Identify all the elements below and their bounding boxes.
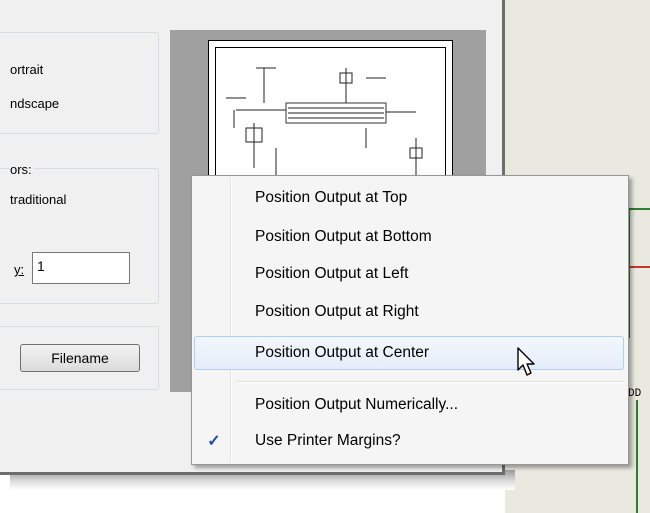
- schematic-label: DD: [628, 388, 642, 400]
- menu-item-label: Position Output at Right: [255, 303, 419, 320]
- menu-item-position-right[interactable]: Position Output at Right: [194, 295, 624, 329]
- menu-item-position-top[interactable]: Position Output at Top: [194, 181, 624, 215]
- menu-separator: [236, 381, 624, 383]
- menu-item-label: Use Printer Margins?: [255, 432, 401, 449]
- traditional-option[interactable]: traditional: [10, 192, 66, 207]
- context-menu: Position Output at Top Position Output a…: [191, 175, 629, 465]
- menu-item-label: Position Output at Left: [255, 265, 409, 282]
- colors-group-title: ors:: [10, 162, 34, 177]
- orientation-group: [0, 32, 159, 134]
- menu-item-position-left[interactable]: Position Output at Left: [194, 257, 624, 291]
- filename-button[interactable]: Filename: [20, 344, 140, 372]
- menu-item-label: Position Output at Top: [255, 189, 408, 206]
- menu-item-label: Position Output at Bottom: [255, 228, 432, 245]
- menu-item-label: Position Output Numerically...: [255, 396, 459, 413]
- landscape-option[interactable]: ndscape: [10, 96, 59, 111]
- menu-item-position-bottom[interactable]: Position Output at Bottom: [194, 220, 624, 254]
- checkmark-icon: ✓: [207, 433, 221, 450]
- menu-item-position-numerically[interactable]: Position Output Numerically...: [194, 388, 624, 422]
- menu-item-label: Position Output at Center: [255, 344, 430, 361]
- schematic-wire: [636, 400, 638, 513]
- copies-label: y:: [14, 262, 25, 277]
- portrait-option[interactable]: ortrait: [10, 62, 43, 77]
- copies-input[interactable]: 1: [32, 252, 130, 284]
- schematic-wire: [628, 266, 650, 268]
- menu-item-use-printer-margins[interactable]: ✓ Use Printer Margins?: [194, 424, 624, 458]
- menu-item-position-center[interactable]: Position Output at Center: [194, 336, 624, 370]
- mouse-pointer-icon: [517, 347, 535, 376]
